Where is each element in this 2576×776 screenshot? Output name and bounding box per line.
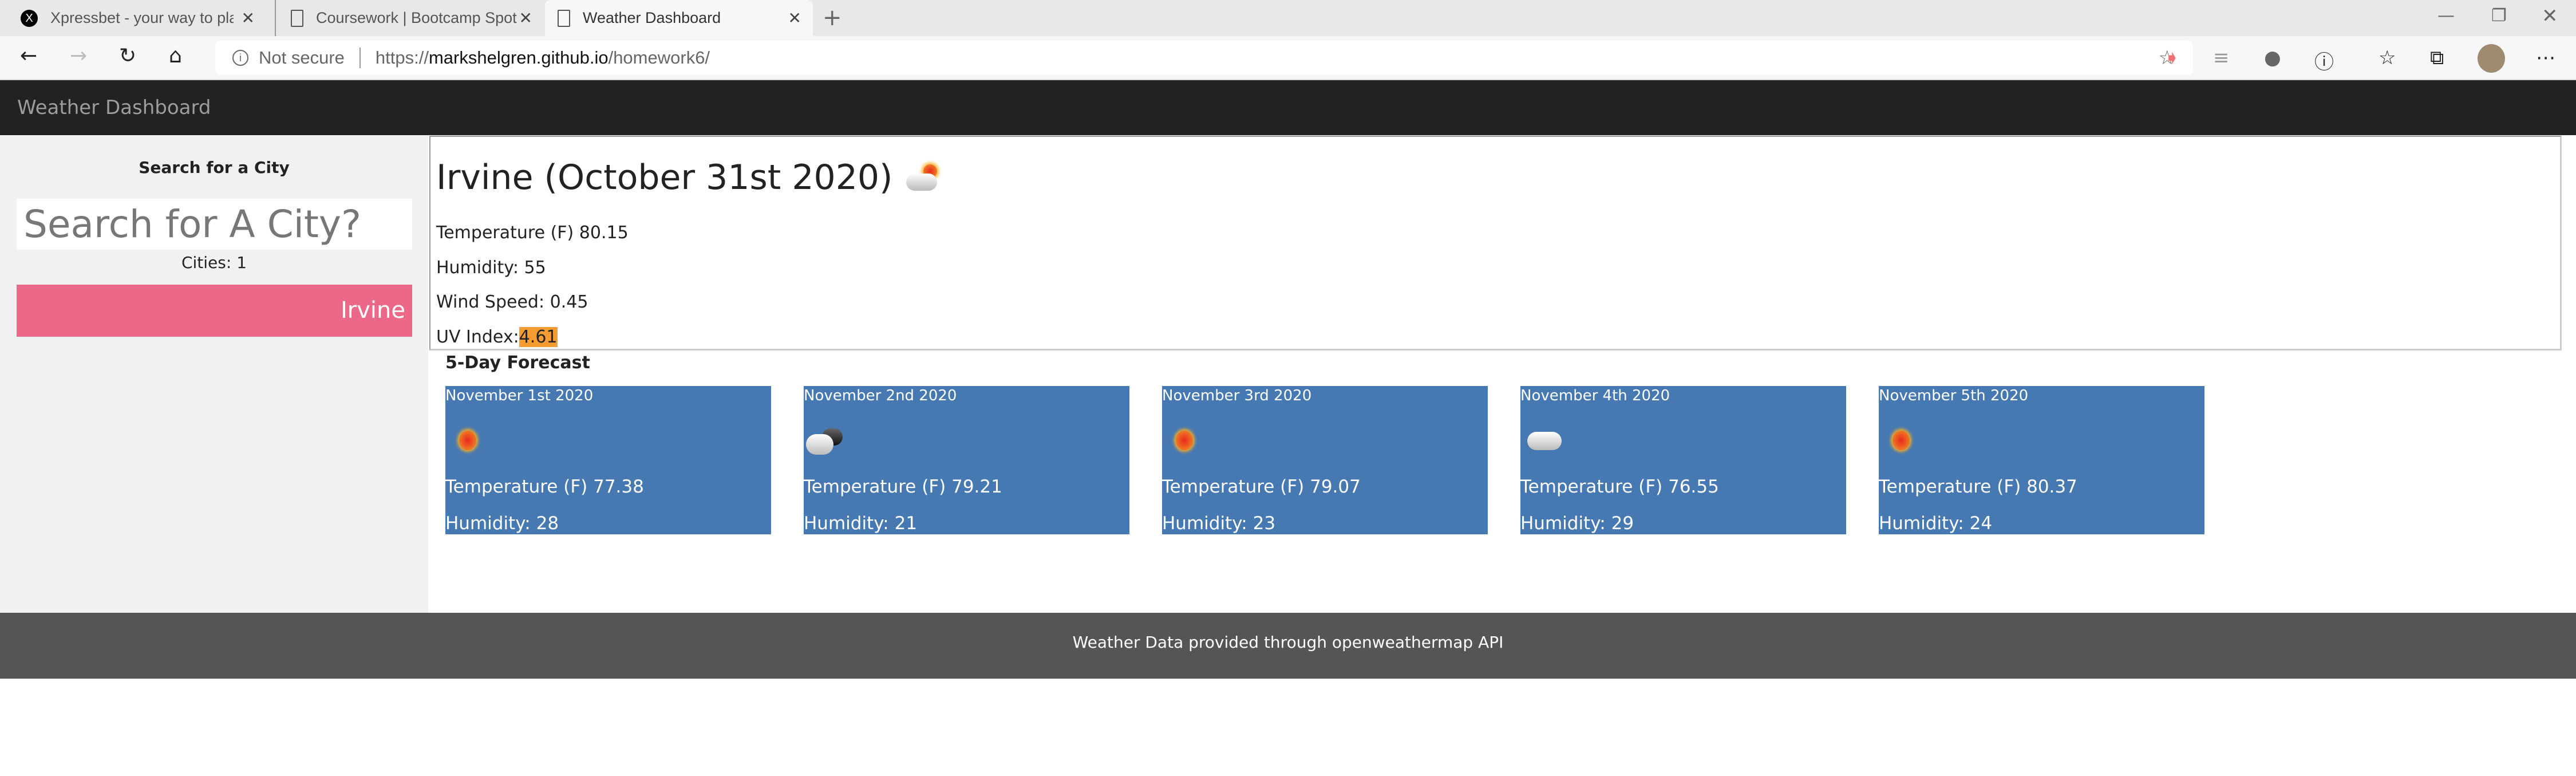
- page-icon: [558, 9, 570, 27]
- cloud-icon: [1527, 426, 1562, 455]
- forecast-date: November 2nd 2020: [804, 387, 957, 404]
- favorites-icon[interactable]: ☆: [2379, 46, 2396, 69]
- few-clouds-day-icon: [906, 163, 943, 192]
- clouds-night-icon: [806, 426, 843, 455]
- footer-text: Weather Data provided through openweathe…: [1072, 633, 1504, 652]
- restore-button[interactable]: ❐: [2491, 6, 2507, 26]
- forecast-date: November 3rd 2020: [1162, 387, 1312, 404]
- json-extension-icon[interactable]: ⓘ: [2314, 46, 2334, 74]
- forecast-card: November 2nd 2020 Temperature (F) 79.21 …: [804, 386, 1129, 534]
- forecast-humidity: Humidity: 29: [1520, 513, 1634, 534]
- tab-label: Weather Dashboard: [583, 9, 721, 26]
- avatar[interactable]: [2478, 44, 2505, 73]
- url-bar[interactable]: i Not secure https://markshelgren.github…: [215, 41, 2193, 75]
- page-icon: [291, 9, 303, 27]
- close-icon[interactable]: ✕: [519, 9, 532, 27]
- forecast-date: November 5th 2020: [1879, 387, 2029, 404]
- forecast-card: November 1st 2020 Temperature (F) 77.38 …: [445, 386, 771, 534]
- tab-coursework[interactable]: Coursework | Bootcamp Spot ✕: [275, 0, 544, 36]
- address-bar-row: ← → ↻ ⌂ i Not secure https://markshelgre…: [0, 36, 2576, 80]
- extension-icon[interactable]: ≡: [2213, 46, 2230, 69]
- clear-sun-icon: [457, 426, 491, 455]
- tab-xpressbet[interactable]: X Xpressbet - your way to play | (w ✕: [0, 0, 266, 36]
- cities-count: Cities: 1: [181, 253, 247, 272]
- xpressbet-icon: X: [21, 9, 38, 27]
- more-menu-icon[interactable]: ⋯: [2536, 46, 2555, 69]
- forecast-card: November 4th 2020 Temperature (F) 76.55 …: [1520, 386, 1846, 534]
- tab-label: Coursework | Bootcamp Spot: [316, 9, 517, 26]
- forecast-humidity: Humidity: 23: [1162, 513, 1276, 534]
- current-uv: UV Index:4.61: [436, 327, 558, 347]
- tab-weather-dashboard[interactable]: Weather Dashboard ✕: [545, 0, 813, 36]
- new-tab-button[interactable]: +: [823, 5, 842, 31]
- current-humidity: Humidity: 55: [436, 258, 546, 278]
- navbar: Weather Dashboard: [0, 80, 2576, 135]
- forward-button[interactable]: →: [70, 44, 87, 68]
- forecast-card: November 3rd 2020 Temperature (F) 79.07 …: [1162, 386, 1488, 534]
- tab-bar: X Xpressbet - your way to play | (w ✕ Co…: [0, 0, 2576, 36]
- search-input[interactable]: [17, 199, 412, 250]
- close-icon[interactable]: ✕: [788, 9, 801, 27]
- info-icon[interactable]: i: [232, 50, 248, 66]
- collections-icon[interactable]: ⧉: [2430, 46, 2444, 69]
- forecast-date: November 1st 2020: [445, 387, 594, 404]
- forecast-humidity: Humidity: 24: [1879, 513, 1993, 534]
- tab-label: Xpressbet - your way to play | (w: [50, 9, 234, 26]
- url-host: markshelgren.github.io: [428, 48, 609, 68]
- close-icon[interactable]: ✕: [242, 9, 255, 27]
- refresh-button[interactable]: ↻: [119, 44, 136, 68]
- search-heading: Search for a City: [139, 158, 290, 177]
- current-weather-card: Irvine (October 31st 2020) Temperature (…: [429, 136, 2562, 350]
- forecast-heading: 5-Day Forecast: [445, 353, 590, 373]
- forecast-temp: Temperature (F) 80.37: [1879, 476, 2077, 497]
- extension-icon[interactable]: ➧: [2164, 46, 2180, 69]
- brand[interactable]: Weather Dashboard: [17, 96, 211, 119]
- clear-sun-icon: [1890, 426, 1925, 455]
- forecast-temp: Temperature (F) 76.55: [1520, 476, 1719, 497]
- back-button[interactable]: ←: [20, 44, 37, 68]
- minimize-button[interactable]: —: [2437, 6, 2455, 26]
- url-path: /homework6/: [608, 48, 710, 68]
- forecast-humidity: Humidity: 28: [445, 513, 559, 534]
- close-window-button[interactable]: ✕: [2542, 5, 2558, 27]
- current-title: Irvine (October 31st 2020): [436, 157, 893, 198]
- uv-label: UV Index:: [436, 327, 519, 347]
- footer: Weather Data provided through openweathe…: [0, 613, 2576, 679]
- clear-sun-icon: [1174, 426, 1208, 455]
- forecast-humidity: Humidity: 21: [804, 513, 918, 534]
- security-label: Not secure: [259, 48, 345, 68]
- forecast-temp: Temperature (F) 79.21: [804, 476, 1002, 497]
- current-wind: Wind Speed: 0.45: [436, 292, 588, 312]
- current-temperature: Temperature (F) 80.15: [436, 223, 629, 243]
- url-prefix: https://: [375, 48, 429, 68]
- extension-icon[interactable]: ●: [2264, 46, 2281, 69]
- divider: [359, 48, 361, 68]
- forecast-temp: Temperature (F) 79.07: [1162, 476, 1361, 497]
- forecast-temp: Temperature (F) 77.38: [445, 476, 644, 497]
- forecast-card: November 5th 2020 Temperature (F) 80.37 …: [1879, 386, 2204, 534]
- uv-badge: 4.61: [519, 327, 558, 347]
- sidebar: Search for a City Cities: 1 Irvine: [0, 135, 428, 613]
- city-button-irvine[interactable]: Irvine: [17, 285, 412, 337]
- forecast-date: November 4th 2020: [1520, 387, 1670, 404]
- home-button[interactable]: ⌂: [169, 44, 182, 68]
